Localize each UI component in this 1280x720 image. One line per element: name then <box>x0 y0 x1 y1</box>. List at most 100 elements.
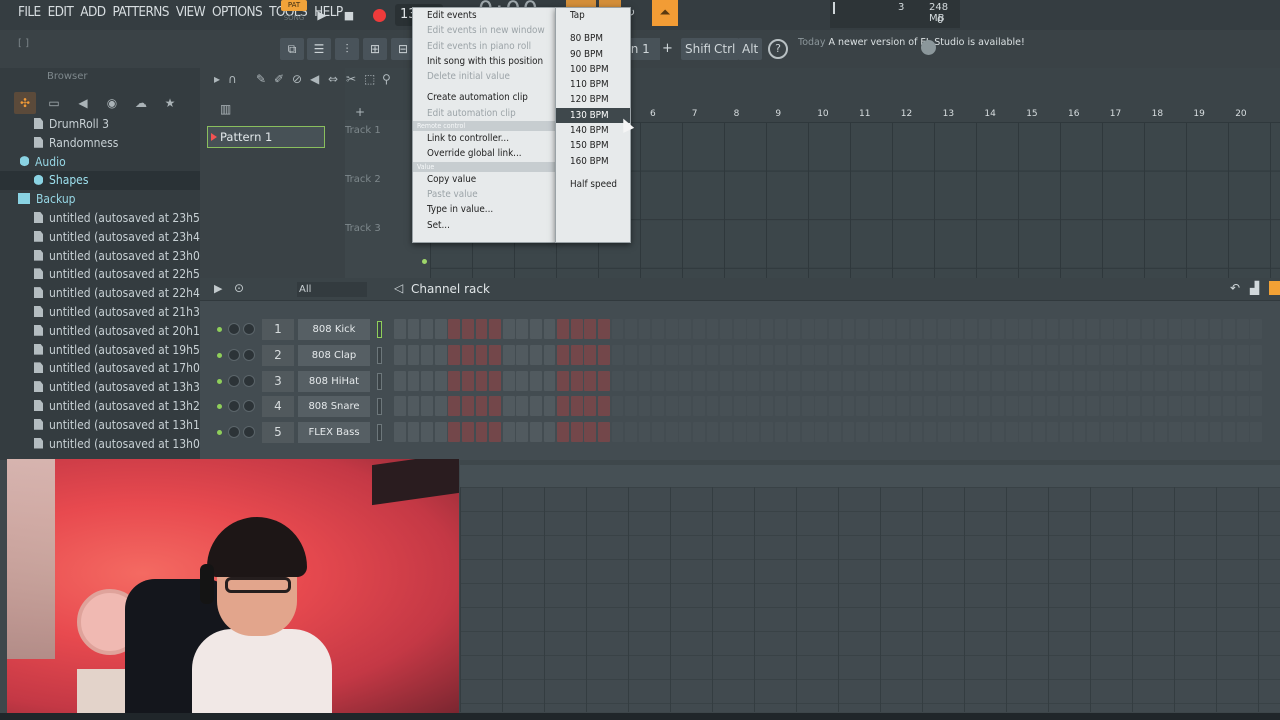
step-button[interactable] <box>720 344 733 365</box>
step-button[interactable] <box>1182 344 1195 365</box>
step-button[interactable] <box>747 319 760 339</box>
volume-knob[interactable] <box>243 374 255 387</box>
step-button[interactable] <box>1236 319 1249 339</box>
step-button[interactable] <box>1141 344 1154 365</box>
step-button[interactable] <box>1236 396 1249 417</box>
step-button[interactable] <box>1005 370 1018 391</box>
pencil-icon[interactable]: ✎ <box>256 72 266 86</box>
step-button[interactable] <box>856 344 868 365</box>
step-button[interactable] <box>394 370 406 391</box>
step-button[interactable] <box>883 396 896 417</box>
browser-item[interactable]: untitled (autosaved at 23h47) <box>0 228 211 247</box>
browser-item[interactable]: untitled (autosaved at 22h40) <box>0 284 211 303</box>
browser-item[interactable]: untitled (autosaved at 13h34) <box>0 378 211 397</box>
step-button[interactable] <box>937 319 950 339</box>
channel-mute-led[interactable] <box>217 327 222 332</box>
pat-song-toggle[interactable]: PAT SONG <box>281 0 307 26</box>
step-button[interactable] <box>951 319 964 339</box>
tempo-preset-item[interactable]: 80 BPM <box>556 31 630 46</box>
step-button[interactable] <box>720 319 733 339</box>
step-button[interactable] <box>584 344 597 365</box>
step-button[interactable] <box>1128 319 1140 339</box>
step-button[interactable] <box>856 319 868 339</box>
step-button[interactable] <box>829 422 841 443</box>
step-button[interactable] <box>461 396 474 417</box>
step-button[interactable] <box>761 422 773 443</box>
step-button[interactable] <box>978 370 991 391</box>
step-button[interactable] <box>761 396 773 417</box>
browser-item[interactable]: untitled (autosaved at 19h56) <box>0 341 211 360</box>
step-button[interactable] <box>924 422 936 443</box>
step-button[interactable] <box>842 396 855 417</box>
step-button[interactable] <box>638 344 651 365</box>
step-button[interactable] <box>747 396 760 417</box>
step-button[interactable] <box>1128 396 1140 417</box>
step-button[interactable] <box>1223 370 1236 391</box>
step-button[interactable] <box>788 422 801 443</box>
browser-item[interactable]: untitled (autosaved at 21h35) <box>0 303 211 322</box>
step-button[interactable] <box>1168 422 1181 443</box>
step-button[interactable] <box>1196 370 1208 391</box>
context-menu-item[interactable]: Copy value <box>413 172 555 187</box>
step-button[interactable] <box>652 344 665 365</box>
step-button[interactable] <box>679 319 692 339</box>
step-button[interactable] <box>720 370 733 391</box>
step-button[interactable] <box>883 319 896 339</box>
channel-select[interactable] <box>377 424 382 442</box>
step-button[interactable] <box>706 422 719 443</box>
step-button[interactable] <box>1019 319 1032 339</box>
pattern-picker-icon[interactable]: ▥ <box>220 102 231 116</box>
volume-knob[interactable] <box>243 426 255 439</box>
step-button[interactable] <box>434 422 447 443</box>
step-button[interactable] <box>761 319 773 339</box>
step-button[interactable] <box>1019 422 1032 443</box>
step-button[interactable] <box>1100 370 1113 391</box>
step-button[interactable] <box>665 396 678 417</box>
slice-icon[interactable]: ✂ <box>346 72 356 86</box>
step-button[interactable] <box>502 319 515 339</box>
step-button[interactable] <box>964 422 977 443</box>
browser-star-icon[interactable]: ★ <box>159 92 181 114</box>
news-panel[interactable]: Today A newer version of FL Studio is av… <box>798 37 1025 49</box>
context-menu-item[interactable]: Type in value... <box>413 202 555 217</box>
step-button[interactable] <box>964 344 977 365</box>
step-button[interactable] <box>1223 396 1236 417</box>
step-button[interactable] <box>1005 422 1018 443</box>
step-button[interactable] <box>625 319 637 339</box>
step-button[interactable] <box>1250 370 1263 391</box>
browser-item[interactable]: Randomness <box>0 134 200 153</box>
channel-mute-led[interactable] <box>217 352 222 358</box>
step-button[interactable] <box>1073 319 1086 339</box>
browser-item[interactable]: untitled (autosaved at 23h57) <box>0 209 211 228</box>
step-button[interactable] <box>502 344 515 365</box>
add-track-icon[interactable]: + <box>355 105 365 119</box>
step-button[interactable] <box>421 422 433 443</box>
step-button[interactable] <box>543 370 556 391</box>
step-button[interactable] <box>910 422 923 443</box>
step-button[interactable] <box>611 319 624 339</box>
step-button[interactable] <box>924 344 936 365</box>
step-button[interactable] <box>638 370 651 391</box>
step-button[interactable] <box>706 344 719 365</box>
pan-knob[interactable] <box>228 323 240 335</box>
step-button[interactable] <box>829 319 841 339</box>
step-button[interactable] <box>1155 422 1168 443</box>
news-icon[interactable]: ? <box>768 39 788 59</box>
volume-knob[interactable] <box>243 348 255 361</box>
step-button[interactable] <box>761 370 773 391</box>
step-button[interactable] <box>869 396 882 417</box>
menu-view[interactable]: VIEW <box>176 4 206 20</box>
context-menu-item[interactable]: Set... <box>413 218 555 233</box>
step-button[interactable] <box>1182 319 1195 339</box>
step-button[interactable] <box>529 319 542 339</box>
tempo-preset-item[interactable]: 120 BPM <box>556 92 630 107</box>
menu-patterns[interactable]: PATTERNS <box>112 4 169 20</box>
step-button[interactable] <box>788 344 801 365</box>
step-button[interactable] <box>1196 319 1208 339</box>
step-button[interactable] <box>625 422 637 443</box>
step-button[interactable] <box>394 422 406 443</box>
track-label[interactable]: Track 1 <box>345 125 381 136</box>
step-button[interactable] <box>1046 370 1059 391</box>
step-button[interactable] <box>448 396 461 417</box>
step-button[interactable] <box>407 344 420 365</box>
